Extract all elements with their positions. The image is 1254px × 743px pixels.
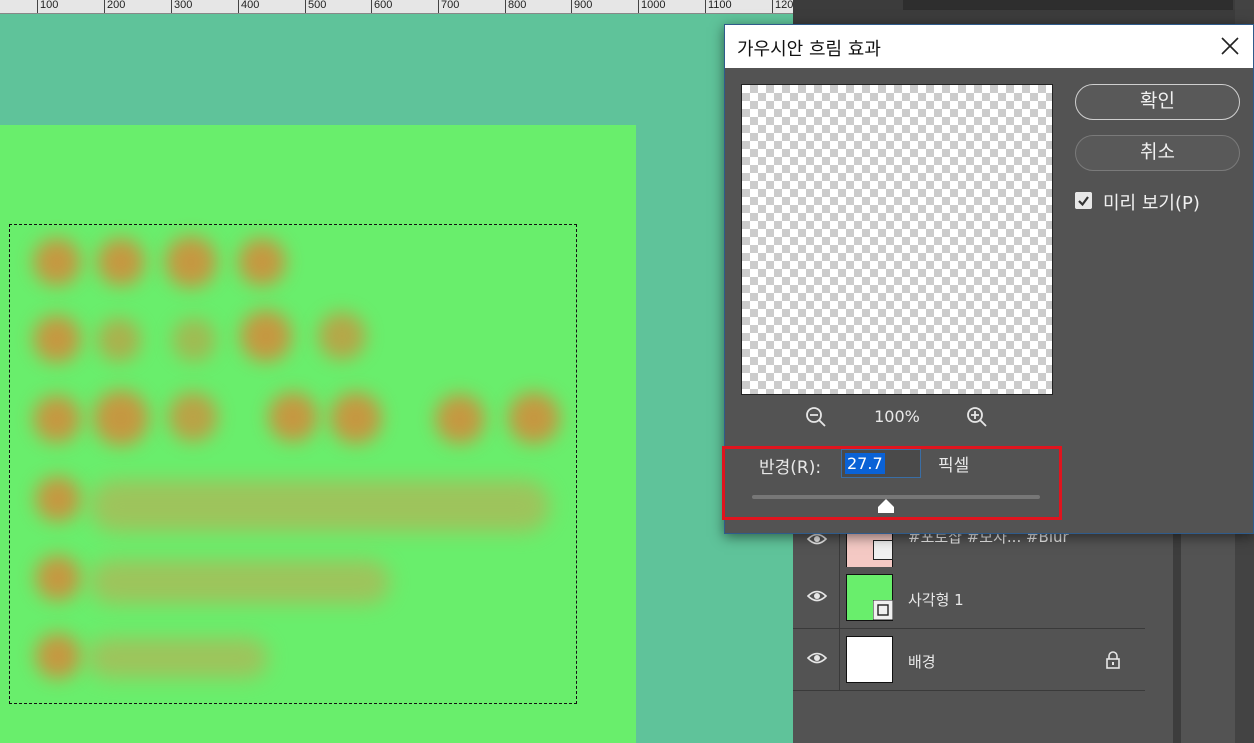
ruler-tick xyxy=(371,0,372,13)
ruler-tick xyxy=(104,0,105,13)
ruler-label: 1100 xyxy=(708,0,732,11)
lock-icon[interactable] xyxy=(1105,651,1121,669)
eye-icon[interactable] xyxy=(807,651,827,665)
ruler-tick xyxy=(571,0,572,13)
ruler-label: 1000 xyxy=(641,0,666,11)
ok-button[interactable]: 확인 xyxy=(1075,84,1240,120)
ruler-label: 800 xyxy=(508,0,527,11)
close-icon[interactable] xyxy=(1219,35,1241,57)
layer-name[interactable]: 사각형 1 xyxy=(908,589,964,610)
ruler-tick xyxy=(171,0,172,13)
preview-area[interactable] xyxy=(741,84,1053,395)
ruler-label: 700 xyxy=(441,0,460,11)
ruler-label: 300 xyxy=(174,0,193,11)
ruler-label: 100 xyxy=(40,0,59,11)
dialog-title: 가우시안 흐림 효과 xyxy=(737,39,881,60)
ruler-tick xyxy=(638,0,639,13)
ruler-tick xyxy=(305,0,306,13)
ruler-tick xyxy=(505,0,506,13)
zoom-controls: 100% xyxy=(741,405,1053,431)
ruler-label: 200 xyxy=(107,0,126,11)
ruler-tick xyxy=(772,0,773,13)
preview-label: 미리 보기(P) xyxy=(1103,193,1200,214)
layer-row[interactable]: 배경 xyxy=(793,629,1145,691)
shape-layer-icon xyxy=(873,600,893,620)
horizontal-ruler: 100 200 300 400 500 600 700 800 900 1000… xyxy=(0,0,905,14)
ruler-tick xyxy=(238,0,239,13)
ruler-tick xyxy=(37,0,38,13)
ruler-label: 500 xyxy=(308,0,327,11)
photoshop-workspace: 100 200 300 400 500 600 700 800 900 1000… xyxy=(0,0,1254,743)
zoom-in-icon[interactable] xyxy=(966,406,988,428)
panel-header xyxy=(793,0,1254,25)
ruler-label: 600 xyxy=(374,0,393,11)
cancel-button[interactable]: 취소 xyxy=(1075,135,1240,171)
layer-name[interactable]: 배경 xyxy=(908,651,936,672)
ruler-label: 400 xyxy=(241,0,260,11)
checkmark-icon[interactable] xyxy=(1075,192,1092,209)
callout-highlight xyxy=(722,446,1062,520)
ruler-label: 900 xyxy=(574,0,593,11)
ruler-tick xyxy=(705,0,706,13)
eye-icon[interactable] xyxy=(807,589,827,603)
layer-row[interactable]: 사각형 1 xyxy=(793,567,1145,629)
marquee-selection xyxy=(9,224,577,704)
ruler-tick xyxy=(438,0,439,13)
zoom-level: 100% xyxy=(874,407,920,426)
smart-object-icon xyxy=(873,540,893,560)
eye-icon[interactable] xyxy=(807,532,827,546)
layer-thumbnail xyxy=(846,636,893,683)
dialog-titlebar[interactable]: 가우시안 흐림 효과 xyxy=(725,25,1253,68)
